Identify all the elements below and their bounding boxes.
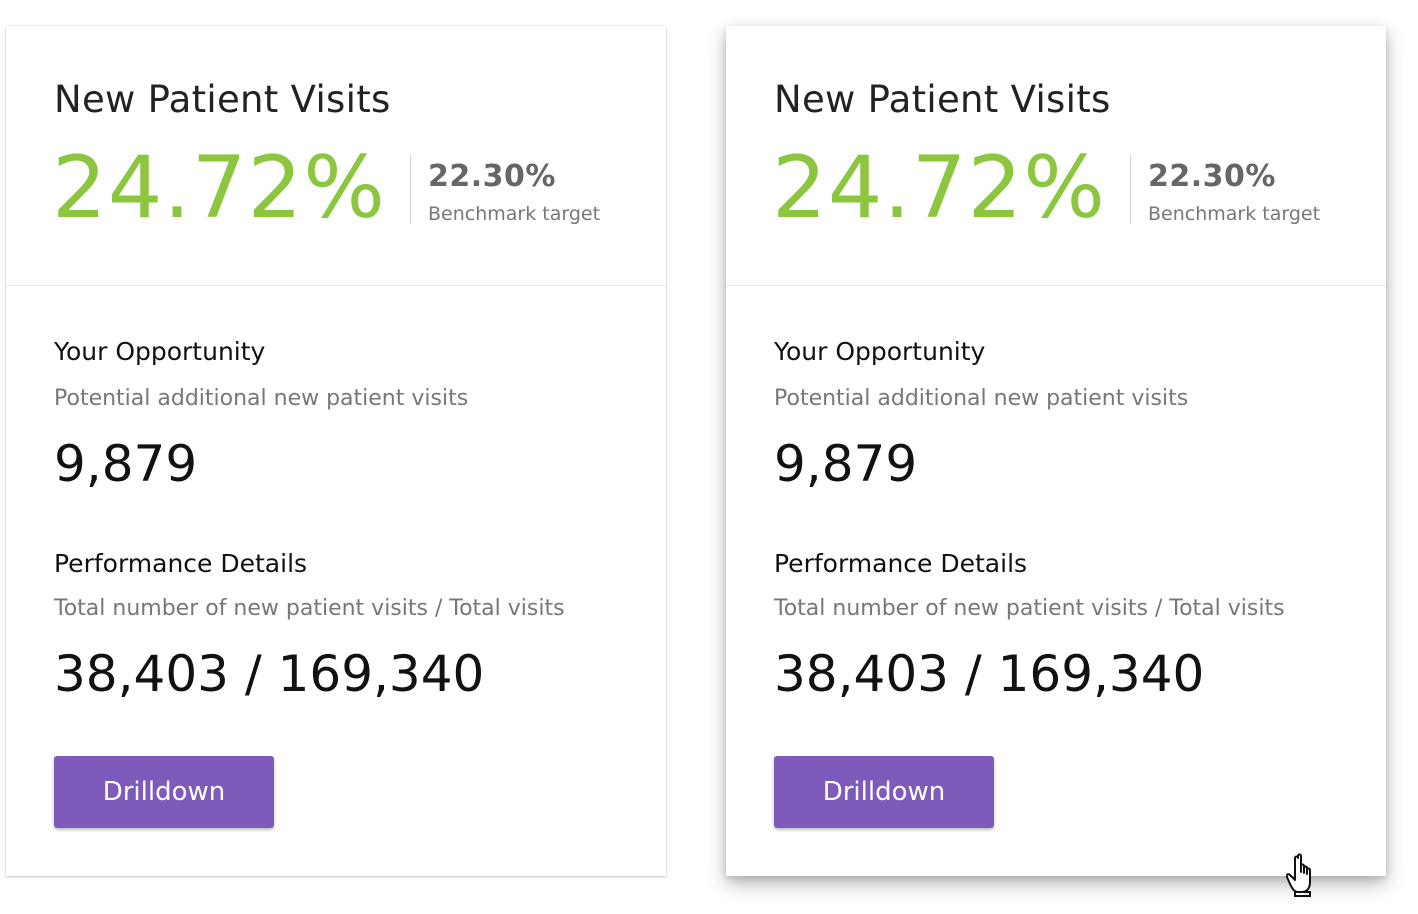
hand-pointer-icon	[1286, 853, 1311, 897]
performance-subtitle: Total number of new patient visits / Tot…	[774, 596, 1285, 621]
performance-title: Performance Details	[54, 549, 308, 578]
drilldown-button[interactable]: Drilldown	[54, 756, 274, 828]
card-header: New Patient Visits 24.72% 22.30% Benchma…	[6, 26, 666, 286]
drilldown-button[interactable]: Drilldown	[774, 756, 994, 828]
performance-title: Performance Details	[774, 549, 1028, 578]
card-body: Your Opportunity Potential additional ne…	[6, 286, 666, 876]
metric-card-default: New Patient Visits 24.72% 22.30% Benchma…	[6, 26, 666, 876]
benchmark-value: 22.30%	[1148, 159, 1276, 194]
performance-value: 38,403 / 169,340	[774, 645, 1205, 703]
card-header: New Patient Visits 24.72% 22.30% Benchma…	[726, 26, 1386, 286]
benchmark-value: 22.30%	[428, 159, 556, 194]
metric-divider	[410, 154, 411, 224]
metric-title: New Patient Visits	[774, 78, 1111, 121]
metric-title: New Patient Visits	[54, 78, 391, 121]
opportunity-value: 9,879	[54, 435, 198, 493]
opportunity-title: Your Opportunity	[54, 337, 266, 366]
metric-value: 24.72%	[772, 138, 1106, 238]
opportunity-subtitle: Potential additional new patient visits	[54, 386, 469, 411]
benchmark-label: Benchmark target	[428, 203, 601, 225]
card-body: Your Opportunity Potential additional ne…	[726, 286, 1386, 876]
opportunity-title: Your Opportunity	[774, 337, 986, 366]
benchmark-label: Benchmark target	[1148, 203, 1321, 225]
metric-value: 24.72%	[52, 138, 386, 238]
performance-subtitle: Total number of new patient visits / Tot…	[54, 596, 565, 621]
performance-value: 38,403 / 169,340	[54, 645, 485, 703]
opportunity-subtitle: Potential additional new patient visits	[774, 386, 1189, 411]
metric-divider	[1130, 154, 1131, 224]
opportunity-value: 9,879	[774, 435, 918, 493]
metric-card-hover: New Patient Visits 24.72% 22.30% Benchma…	[726, 26, 1386, 876]
